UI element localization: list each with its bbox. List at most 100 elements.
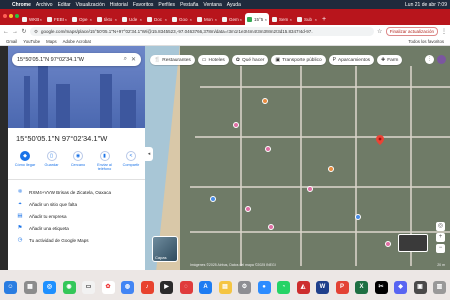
site-info-icon[interactable]: ⚙: [34, 29, 38, 35]
menubar-clock[interactable]: Lun 21 de abr 7:09: [405, 2, 447, 8]
address-bar[interactable]: ⚙ google.com/maps/place/15°50'05.1"N+97°…: [30, 27, 374, 36]
browser-tab[interactable]: Ude ×: [120, 13, 144, 25]
share-button[interactable]: < Compartir: [120, 151, 142, 172]
map-poi-pin[interactable]: [245, 206, 251, 212]
close-icon[interactable]: ×: [140, 17, 142, 22]
close-icon[interactable]: ×: [90, 17, 92, 22]
minimize-window-icon[interactable]: [9, 14, 13, 18]
browser-tab[interactable]: Sub ×: [295, 13, 319, 25]
map-scale[interactable]: 20 m: [437, 263, 445, 267]
close-icon[interactable]: ×: [240, 17, 242, 22]
close-icon[interactable]: ✕: [131, 56, 136, 63]
browser-tab[interactable]: Sem ×: [270, 13, 294, 25]
browser-tab[interactable]: Doc ×: [145, 13, 169, 25]
browser-tab[interactable]: Gem ×: [220, 13, 244, 25]
close-window-icon[interactable]: [3, 14, 7, 18]
acrobat-icon[interactable]: ◭: [296, 280, 310, 294]
directions-button[interactable]: ◆ Cómo llegar: [14, 151, 36, 172]
calendar-icon[interactable]: ▭: [82, 280, 95, 294]
chip-pharmacy[interactable]: ✚ Farm: [377, 55, 403, 65]
chip-restaurants[interactable]: 🍴 Restaurantes: [150, 55, 195, 65]
more-menu-icon[interactable]: ⋮: [441, 28, 447, 35]
browser-tab[interactable]: tikto ×: [95, 13, 119, 25]
zoom-app-icon[interactable]: ●: [257, 280, 271, 294]
chip-transit[interactable]: ▣ Transporte público: [271, 55, 326, 65]
menu-item[interactable]: Historial: [110, 2, 128, 8]
maps-activity-row[interactable]: ◷ Tu actividad de Google Maps: [16, 234, 140, 246]
close-icon[interactable]: ×: [265, 17, 267, 22]
zoom-out-icon[interactable]: −: [436, 244, 445, 253]
browser-tab[interactable]: Ope ×: [70, 13, 94, 25]
browser-tab[interactable]: Mon ×: [195, 13, 219, 25]
back-icon[interactable]: ←: [3, 29, 9, 35]
map-poi-pin[interactable]: [233, 122, 239, 128]
forward-icon[interactable]: →: [12, 29, 18, 35]
excel-icon[interactable]: X: [355, 280, 368, 294]
search-input[interactable]: 15°50'05.1"N 97°02'34.1"W ⌕ ✕: [12, 53, 141, 66]
reload-icon[interactable]: ↻: [21, 28, 27, 35]
tv-icon[interactable]: ▶: [160, 280, 173, 294]
settings-gear-icon[interactable]: ⚙: [238, 280, 251, 294]
messages-icon[interactable]: ◉: [62, 280, 76, 294]
nearby-button[interactable]: ◉ Cercano: [67, 151, 89, 172]
finish-update-button[interactable]: Finalizar actualización: [385, 27, 438, 36]
zoom-window-icon[interactable]: [15, 14, 19, 18]
browser-tab[interactable]: Goo ×: [170, 13, 194, 25]
add-business-row[interactable]: ▤ Añadir tu empresa: [16, 210, 140, 222]
send-to-phone-button[interactable]: ▮ Enviar al teléfono: [94, 151, 116, 172]
close-icon[interactable]: ×: [65, 17, 67, 22]
map-poi-pin[interactable]: [262, 98, 268, 104]
menu-item[interactable]: Perfiles: [158, 2, 175, 8]
bookmark-maps[interactable]: Maps: [46, 39, 57, 44]
launchpad-icon[interactable]: ▦: [23, 280, 37, 294]
bookmark-gmail[interactable]: Gmail: [6, 39, 17, 44]
save-button[interactable]: ▯ Guardar: [41, 151, 63, 172]
finder-icon[interactable]: ☺: [4, 280, 17, 294]
close-icon[interactable]: ×: [215, 17, 217, 22]
map-poi-pin[interactable]: [328, 166, 334, 172]
search-icon[interactable]: ⌕: [124, 56, 127, 63]
map-poi-pin[interactable]: [307, 186, 313, 192]
app-icon[interactable]: ◆: [394, 280, 407, 294]
avatar[interactable]: [437, 55, 446, 64]
add-label-row[interactable]: ⚑ Añadir una etiqueta: [16, 222, 140, 234]
close-icon[interactable]: ×: [315, 17, 317, 22]
close-icon[interactable]: ×: [40, 17, 42, 22]
powerpoint-icon[interactable]: P: [335, 280, 349, 294]
new-tab-icon[interactable]: +: [322, 16, 326, 23]
my-location-icon[interactable]: ◎: [436, 222, 445, 231]
whatsapp-icon[interactable]: ◔: [277, 280, 290, 294]
all-bookmarks-folder[interactable]: Todos los favoritos: [408, 39, 444, 44]
map-poi-pin[interactable]: [355, 214, 361, 220]
chip-parking[interactable]: P Aparcamientos: [328, 55, 375, 65]
location-marker-icon[interactable]: [376, 135, 384, 145]
menu-item[interactable]: Visualización: [76, 2, 105, 8]
bookmark-adobe-acrobat[interactable]: Adobe Acrobat: [63, 39, 91, 44]
map-poi-pin[interactable]: [210, 196, 216, 202]
browser-tab[interactable]: WKB ×: [20, 13, 44, 25]
menu-item[interactable]: Editar: [58, 2, 71, 8]
map-poi-pin[interactable]: [265, 146, 271, 152]
word-icon[interactable]: W: [316, 280, 329, 294]
browser-tab[interactable]: FEBI ×: [45, 13, 69, 25]
menu-item[interactable]: Pestaña: [180, 2, 198, 8]
app-store-icon[interactable]: A: [199, 280, 212, 294]
collapse-panel-button[interactable]: ◂: [145, 147, 153, 161]
app-icon[interactable]: ▣: [413, 280, 427, 294]
plus-code-row[interactable]: ⁜ RXM4+VVW Brisas de Zicatela, Oaxaca: [16, 186, 140, 198]
apps-grid-icon[interactable]: ⋮: [425, 55, 434, 64]
trash-icon[interactable]: ▥: [433, 280, 446, 294]
star-icon[interactable]: ☆: [377, 28, 383, 35]
layers-button[interactable]: Capas: [152, 236, 178, 262]
bookmark-youtube[interactable]: YouTube: [23, 39, 40, 44]
add-missing-place-row[interactable]: ⌖ Añadir un sitio que falta: [16, 198, 140, 210]
notes-icon[interactable]: ▤: [218, 280, 232, 294]
menu-app-name[interactable]: Chrome: [12, 2, 31, 8]
safari-icon[interactable]: ◎: [43, 280, 56, 294]
menu-item[interactable]: Archivo: [36, 2, 53, 8]
capcut-icon[interactable]: ✂: [374, 280, 388, 294]
chrome-icon[interactable]: ◍: [121, 280, 134, 294]
chip-hotels[interactable]: ▭ Hoteles: [197, 55, 229, 65]
close-icon[interactable]: ×: [165, 17, 167, 22]
podcasts-icon[interactable]: ◌: [179, 280, 193, 294]
